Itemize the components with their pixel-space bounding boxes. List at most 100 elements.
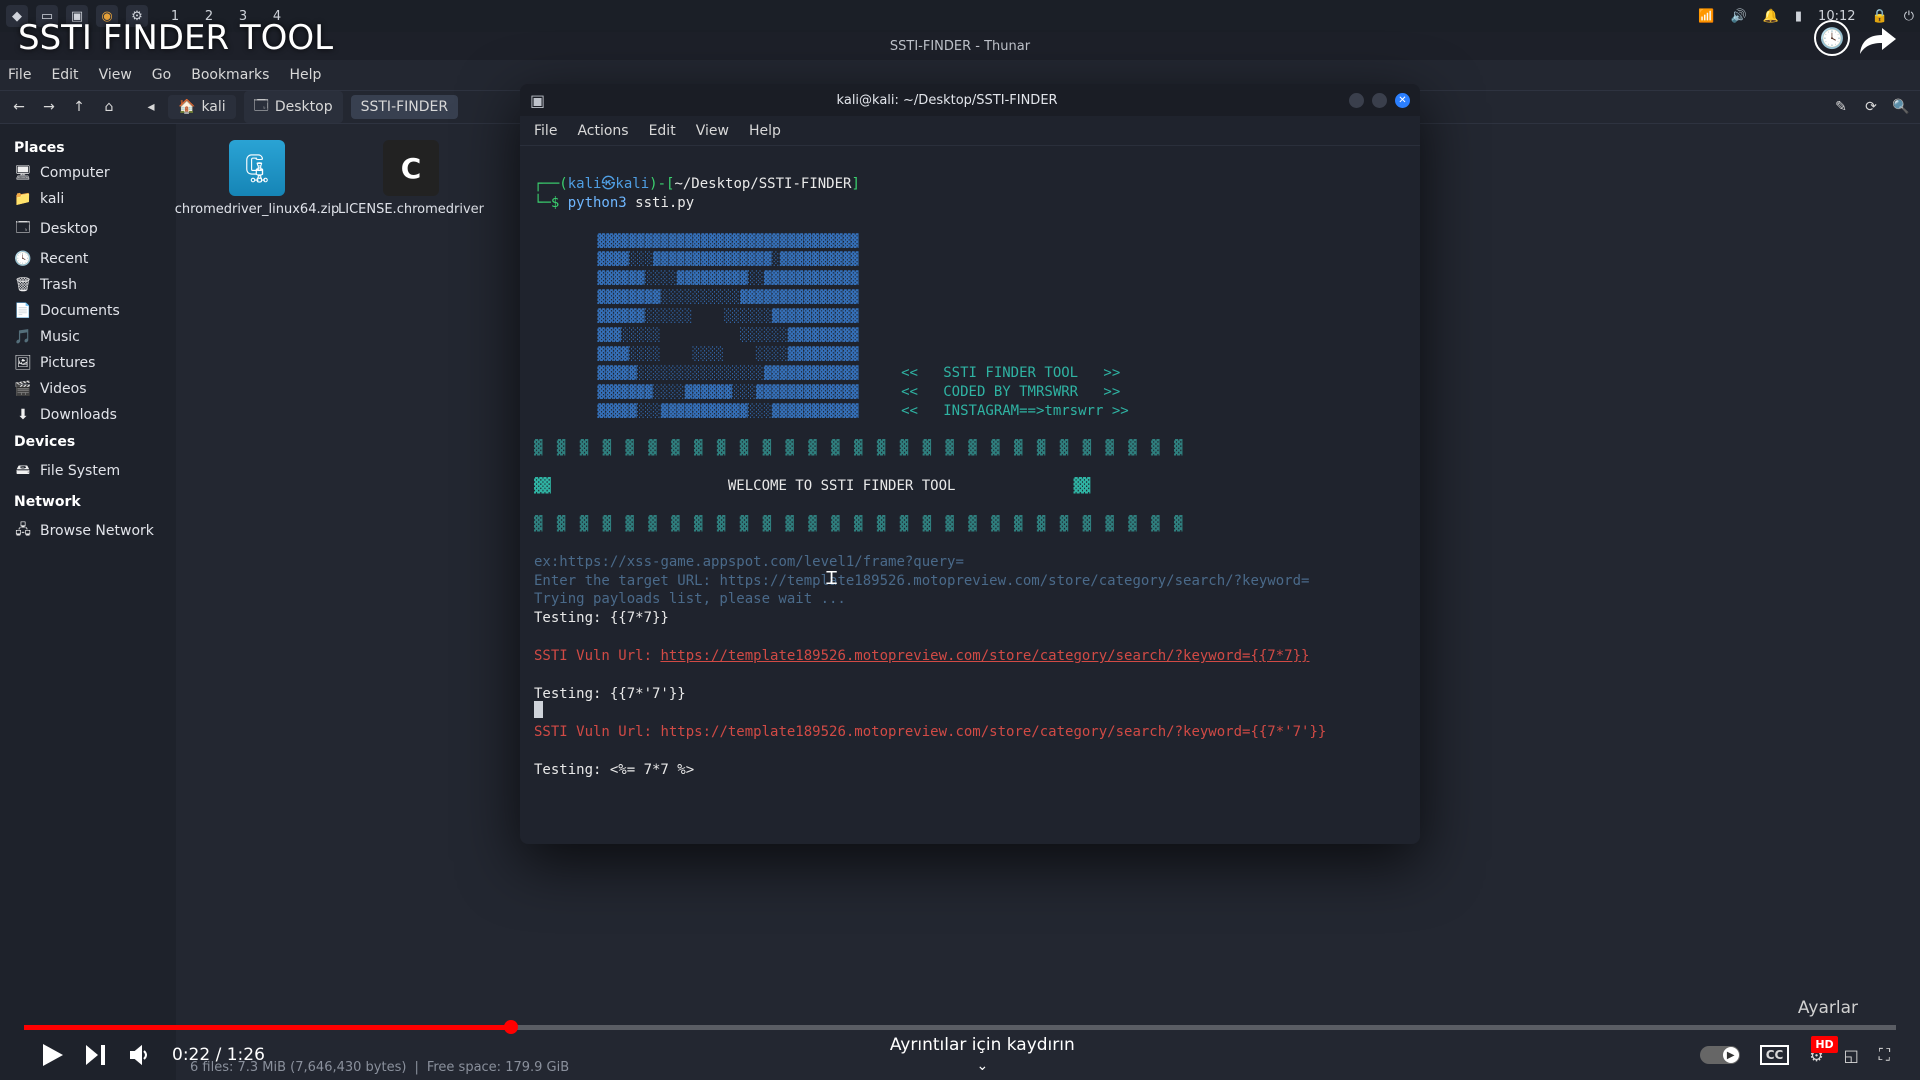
trying-text: Trying payloads list, please wait ... (534, 591, 846, 607)
video-time: 0:22 / 1:26 (172, 1045, 265, 1065)
file-item-zip[interactable]: 🗜 chromedriver_linux64.zip (192, 140, 322, 217)
path-home-label: kali (201, 99, 225, 115)
menu-go[interactable]: Go (152, 67, 171, 83)
close-button[interactable]: ✕ (1395, 93, 1410, 108)
sidebar-item-pictures[interactable]: 🖼 Pictures (4, 350, 172, 376)
new-tab-icon[interactable]: ▣ (530, 91, 545, 110)
path-prev-button[interactable]: ◂ (138, 94, 164, 120)
sidebar-item-videos[interactable]: 🎬 Videos (4, 376, 172, 402)
sidebar-item-recent[interactable]: 🕓Recent (4, 246, 172, 272)
sidebar-item-music[interactable]: 🎵 Music (4, 324, 172, 350)
path-segment-current[interactable]: SSTI-FINDER (351, 95, 459, 119)
nav-forward-button[interactable]: → (36, 94, 62, 120)
file-manager-sidebar: Places 🖥Computer 📁kali 🗔Desktop 🕓Recent … (0, 124, 176, 1080)
power-icon[interactable]: ⏻ (1904, 9, 1914, 24)
sidebar-item-desktop[interactable]: 🗔Desktop (4, 212, 172, 246)
pictures-icon: 🖼 (14, 355, 32, 371)
ascii-divider-top: ▓ ▓ ▓ ▓ ▓ ▓ ▓ ▓ ▓ ▓ ▓ ▓ ▓ ▓ ▓ ▓ ▓ ▓ ▓ ▓ … (534, 440, 1185, 456)
example-url: https://xss-game.appspot.com/level1/fram… (559, 554, 964, 570)
term-menu-edit[interactable]: Edit (649, 123, 676, 139)
menu-view[interactable]: View (99, 67, 132, 83)
terminal-window: ▣ kali@kali: ~/Desktop/SSTI-FINDER ✕ Fil… (520, 84, 1420, 844)
terminal-cursor (534, 701, 543, 718)
testing-2: Testing: {{7*'7'}} (534, 686, 686, 702)
lock-icon[interactable]: 🔒 (1872, 9, 1888, 24)
clock-icon: 🕓 (14, 251, 32, 267)
vuln-url-1[interactable]: https://template189526.motopreview.com/s… (660, 648, 1309, 664)
next-button[interactable] (74, 1033, 118, 1077)
path-segment-desktop[interactable]: 🗔 Desktop (244, 91, 343, 123)
term-menu-help[interactable]: Help (749, 123, 781, 139)
nav-home-button[interactable]: ⌂ (96, 94, 122, 120)
battery-icon[interactable]: ▮ (1795, 9, 1802, 24)
prompt-user: kali㉿kali (568, 176, 649, 192)
sidebar-item-computer[interactable]: 🖥Computer (4, 160, 172, 186)
enter-label: Enter the target URL: (534, 573, 719, 589)
minimize-button[interactable] (1349, 93, 1364, 108)
wifi-icon[interactable]: 📶 (1698, 9, 1714, 24)
testing-3: Testing: <%= 7*7 %> (534, 762, 694, 778)
path-desktop-label: Desktop (275, 99, 333, 115)
sidebar-item-downloads[interactable]: ⬇Downloads (4, 402, 172, 428)
path-segment-home[interactable]: 🏠 kali (168, 95, 236, 119)
sidebar-label: File System (40, 463, 120, 479)
terminal-output[interactable]: ┌──(kali㉿kali)-[~/Desktop/SSTI-FINDER] └… (520, 146, 1420, 844)
menu-edit[interactable]: Edit (51, 67, 78, 83)
license-file-icon: C (383, 140, 439, 196)
terminal-title: kali@kali: ~/Desktop/SSTI-FINDER (545, 93, 1349, 108)
menu-bookmarks[interactable]: Bookmarks (191, 67, 269, 83)
watch-later-button[interactable]: 🕓 (1814, 20, 1850, 56)
sidebar-label: Trash (40, 277, 77, 293)
term-menu-actions[interactable]: Actions (577, 123, 628, 139)
sidebar-label: Videos (40, 381, 87, 397)
fullscreen-button[interactable]: ⛶ (1879, 1045, 1890, 1065)
captions-button[interactable]: CC (1760, 1045, 1790, 1065)
terminal-titlebar[interactable]: ▣ kali@kali: ~/Desktop/SSTI-FINDER ✕ (520, 84, 1420, 116)
menu-help[interactable]: Help (289, 67, 321, 83)
sidebar-item-documents[interactable]: 📄Documents (4, 298, 172, 324)
videos-icon: 🎬 (14, 381, 32, 397)
volume-icon[interactable]: 🔊 (1731, 9, 1747, 24)
settings-hint: Ayarlar (1798, 998, 1858, 1018)
target-url: https://template189526.motopreview.com/s… (719, 573, 1309, 589)
file-name: chromedriver_linux64.zip (175, 202, 340, 217)
cmd-file: ssti.py (635, 195, 694, 211)
miniplayer-button[interactable]: ◱ (1844, 1046, 1859, 1065)
sidebar-label: Music (40, 329, 80, 345)
file-item-license[interactable]: C LICENSE.chromedriver (346, 140, 476, 217)
menu-file[interactable]: File (8, 67, 31, 83)
share-button[interactable] (1860, 24, 1896, 54)
music-icon: 🎵 (14, 329, 32, 345)
nav-up-button[interactable]: ↑ (66, 94, 92, 120)
banner-line1: << SSTI FINDER TOOL >> (901, 365, 1120, 381)
nav-back-button[interactable]: ← (6, 94, 32, 120)
vuln-label-2: SSTI Vuln Url: (534, 724, 660, 740)
file-name: LICENSE.chromedriver (338, 202, 484, 217)
sidebar-head-devices: Devices (4, 428, 172, 454)
sidebar-item-filesystem[interactable]: 🖴File System (4, 454, 172, 488)
term-menu-view[interactable]: View (696, 123, 729, 139)
path-current-label: SSTI-FINDER (361, 99, 449, 115)
downloads-icon: ⬇ (14, 407, 32, 423)
sidebar-label: Pictures (40, 355, 95, 371)
autoplay-toggle[interactable] (1700, 1046, 1740, 1064)
maximize-button[interactable] (1372, 93, 1387, 108)
search-button[interactable]: 🔍 (1888, 94, 1914, 120)
term-menu-file[interactable]: File (534, 123, 557, 139)
video-title[interactable]: SSTI FINDER TOOL (18, 18, 333, 58)
settings-button[interactable]: ⚙HD (1809, 1046, 1823, 1065)
notifications-icon[interactable]: 🔔 (1763, 9, 1779, 24)
volume-button[interactable] (118, 1033, 162, 1077)
cmd-interpreter: python3 (568, 195, 635, 211)
text-cursor-icon: Ꮖ (826, 568, 838, 589)
sidebar-item-browse-network[interactable]: 🖧Browse Network (4, 514, 172, 548)
testing-1: Testing: {{7*7}} (534, 610, 669, 626)
vuln-url-2[interactable]: https://template189526.motopreview.com/s… (660, 724, 1326, 740)
sidebar-item-trash[interactable]: 🗑Trash (4, 272, 172, 298)
sidebar-item-home[interactable]: 📁kali (4, 186, 172, 212)
play-button[interactable] (30, 1033, 74, 1077)
banner-line2: << CODED BY TMRSWRR >> (901, 384, 1120, 400)
edit-path-button[interactable]: ✎ (1828, 94, 1854, 120)
reload-button[interactable]: ⟳ (1858, 94, 1884, 120)
video-control-bar: 0:22 / 1:26 Ayrıntılar için kaydırın⌄ CC… (0, 1030, 1920, 1080)
